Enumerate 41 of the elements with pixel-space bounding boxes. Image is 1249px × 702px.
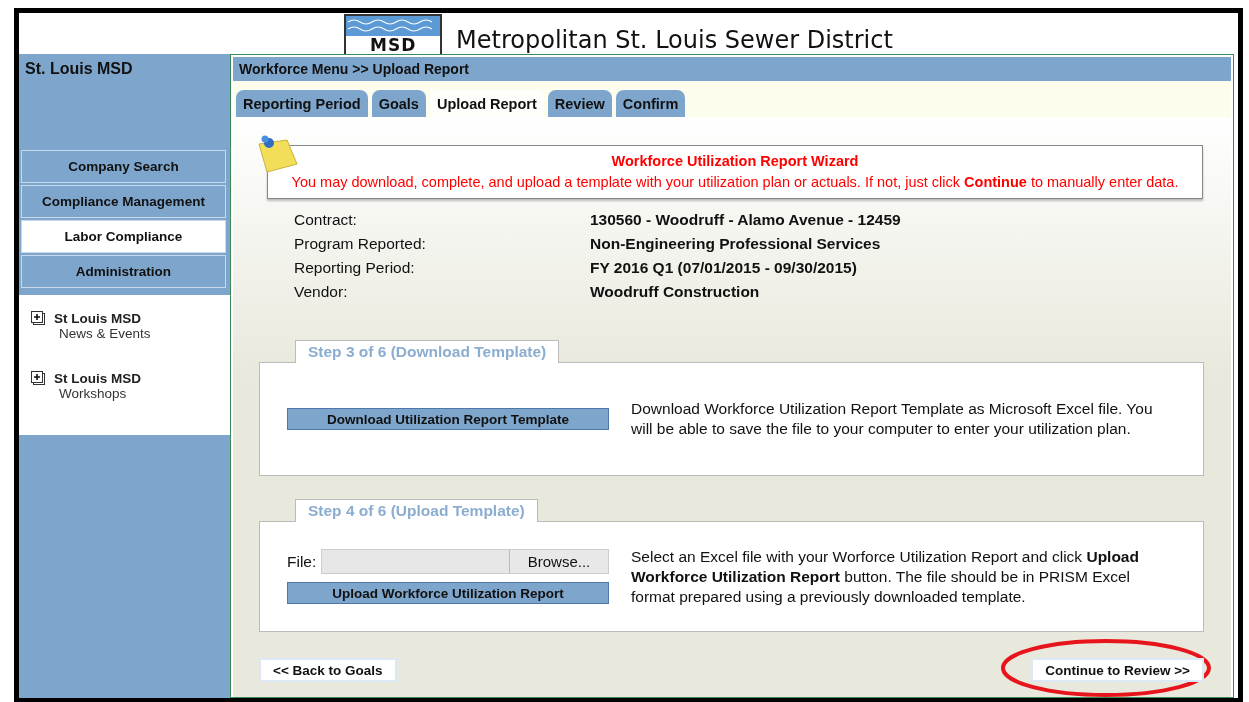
detail-label: Program Reported: <box>294 234 427 254</box>
tab[interactable]: Confirm <box>615 90 686 117</box>
file-field[interactable]: Browse... <box>321 549 609 574</box>
detail-value: 130560 - Woodruff - Alamo Avenue - 12459 <box>590 210 902 230</box>
detail-value: Woodruff Construction <box>590 282 761 302</box>
sidebar-item[interactable]: Labor Compliance <box>21 220 226 253</box>
step-legend: Step 3 of 6 (Download Template) <box>295 340 560 363</box>
tab[interactable]: Upload Report <box>429 90 544 117</box>
sidebar-item[interactable]: Compliance Management <box>21 185 226 218</box>
detail-value: FY 2016 Q1 (07/01/2015 - 09/30/2015) <box>590 258 858 278</box>
expand-icon[interactable] <box>31 371 46 386</box>
site-title: Metropolitan St. Louis Sewer District <box>456 26 893 54</box>
tab[interactable]: Reporting Period <box>236 90 368 117</box>
sidebar-title: St. Louis MSD <box>24 60 134 79</box>
pinned-note-icon <box>257 134 301 174</box>
file-label: File: <box>287 552 317 571</box>
breadcrumb: Workforce Menu >> Upload Report <box>233 57 1231 81</box>
sidebar-item[interactable]: Administration <box>21 255 226 288</box>
detail-value: Non-Engineering Professional Services <box>590 234 882 254</box>
detail-label: Reporting Period: <box>294 258 416 278</box>
msd-logo: MSD <box>344 14 443 54</box>
notice-text: You may download, complete, and upload a template with your utilization plan or actuals. If not, just click Continue to manually enter data. <box>290 173 1180 192</box>
sidebar-item[interactable]: Company Search <box>21 150 226 183</box>
tab[interactable]: Goals <box>371 90 426 117</box>
notice-title: Workforce Utilization Report Wizard <box>610 152 860 170</box>
download-button[interactable]: Download Utilization Report Template <box>287 408 609 430</box>
step-description: Download Workforce Utilization Report Template as Microsoft Excel file. You will be able to save the file to your computer to enter your utilization plan. <box>631 399 1154 439</box>
detail-label: Contract: <box>294 210 358 230</box>
upload-button[interactable]: Upload Workforce Utilization Report <box>287 582 609 604</box>
waves-icon <box>346 16 441 36</box>
link-subtitle: News & Events <box>58 326 151 341</box>
back-button[interactable]: << Back to Goals <box>259 658 397 682</box>
tab[interactable]: Review <box>547 90 612 117</box>
sidebar-link[interactable]: St Louis MSD <box>54 371 141 386</box>
continue-button[interactable]: Continue to Review >> <box>1031 658 1204 682</box>
step-description: Select an Excel file with your Worforce Utilization Report and click Upload Workforce Utilization Report button. The file should be in PRISM Excel format prepared using a previously downloaded template. <box>631 546 1140 607</box>
step-legend: Step 4 of 6 (Upload Template) <box>295 499 538 522</box>
expand-icon[interactable] <box>31 311 46 326</box>
detail-label: Vendor: <box>294 282 349 302</box>
sidebar-link[interactable]: St Louis MSD <box>54 311 151 326</box>
link-subtitle: Workshops <box>58 386 128 401</box>
